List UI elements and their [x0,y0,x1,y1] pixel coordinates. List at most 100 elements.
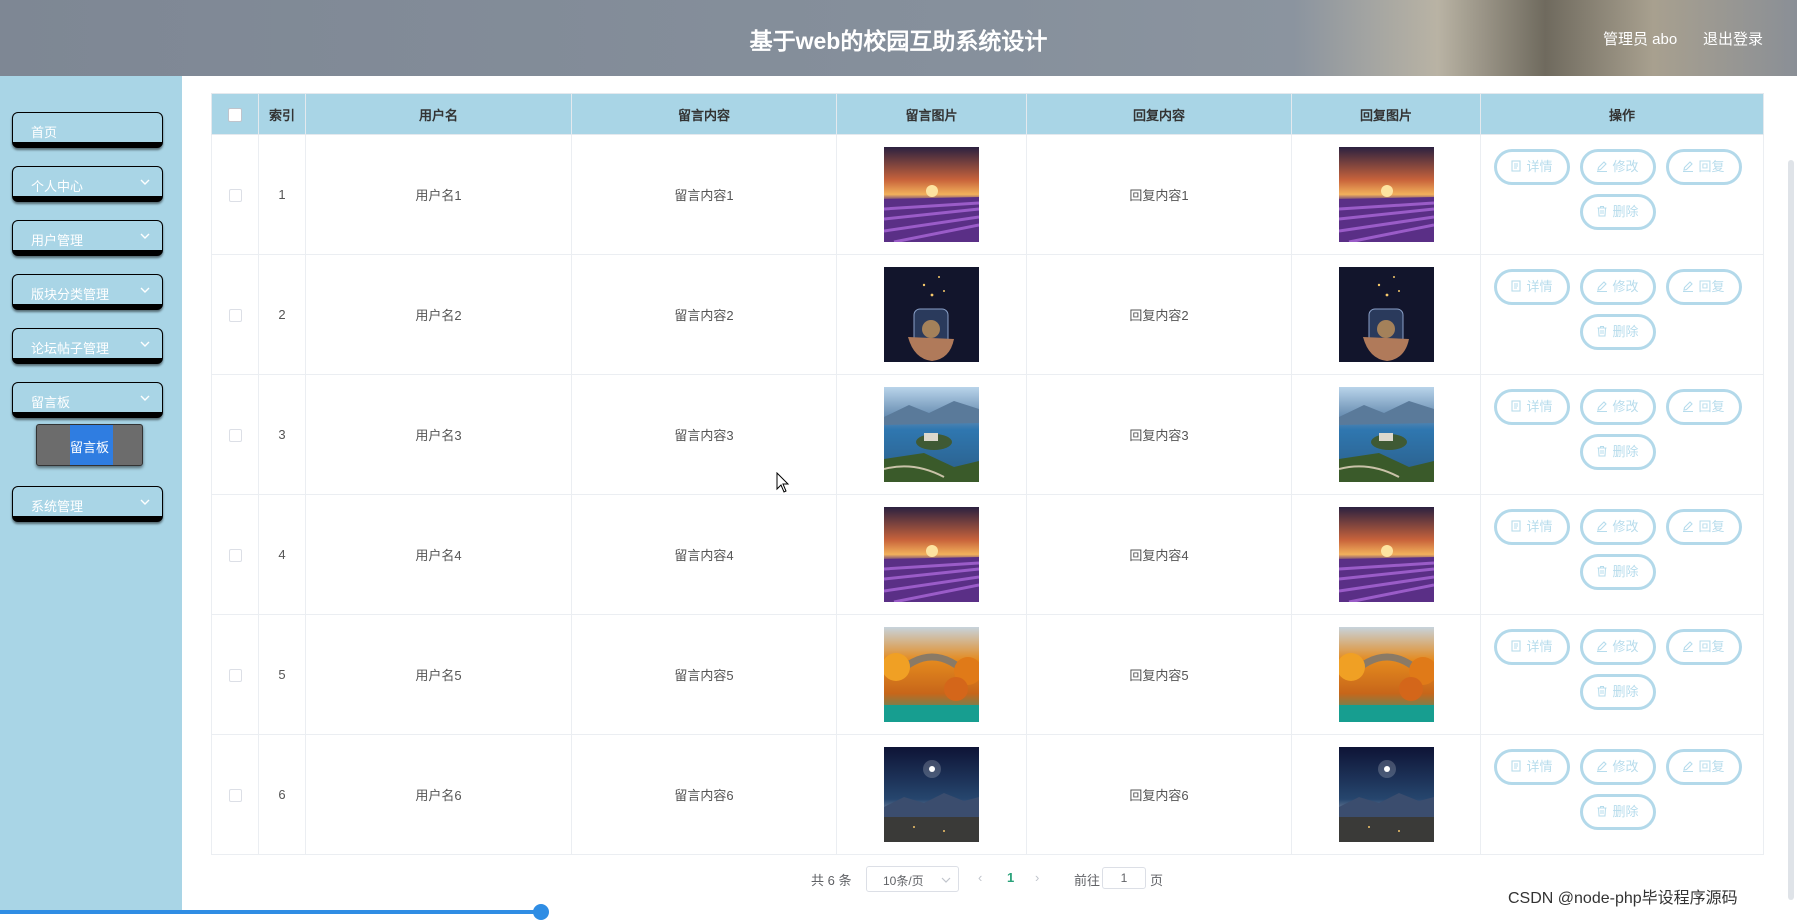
reply-image[interactable] [1338,147,1434,242]
document-icon [1511,640,1522,652]
edit-label: 修改 [1612,279,1639,294]
reply-image-cell [1291,734,1481,855]
select-all-checkbox[interactable] [228,107,242,122]
sidebar-item-user-management[interactable]: 用户管理 [12,220,163,256]
reply-button[interactable]: 回复 [1665,749,1742,785]
logout-button[interactable]: 退出登录 [1703,28,1763,49]
row-checkbox[interactable] [228,669,242,683]
document-icon [1511,520,1522,532]
delete-label: 删除 [1612,204,1639,219]
sidebar-item-label: 个人中心 [31,179,84,194]
reply-button[interactable]: 回复 [1665,149,1742,185]
reply-button[interactable]: 回复 [1665,389,1742,425]
edit-icon [1683,281,1694,292]
row-message: 留言内容4 [571,494,837,615]
sidebar-item-system-management[interactable]: 系统管理 [12,486,163,522]
sidebar-item-personal-center[interactable]: 个人中心 [12,166,163,202]
table-row: 6 用户名6 留言内容6 回复内容6 详情 修改 回复 删除 [211,734,1764,855]
row-message: 留言内容5 [571,614,837,735]
delete-button[interactable]: 删除 [1579,794,1656,830]
reply-image[interactable] [1338,627,1434,722]
goto-label: 前往 [1074,873,1101,888]
edit-icon [1597,761,1608,772]
sidebar-item-message-board[interactable]: 留言板 [12,382,163,418]
reply-image-cell [1291,374,1481,495]
row-select-cell [211,374,259,495]
row-reply: 回复内容4 [1026,494,1292,615]
reply-image[interactable] [1338,507,1434,602]
detail-button[interactable]: 详情 [1493,149,1570,185]
row-checkbox[interactable] [228,309,242,323]
message-image[interactable] [884,387,979,482]
submenu-message-board[interactable]: 留言板 [36,424,143,466]
prev-page-button[interactable]: ‹ [978,870,982,885]
delete-button[interactable]: 删除 [1579,674,1656,710]
sidebar-item-section-category[interactable]: 版块分类管理 [12,274,163,310]
edit-button[interactable]: 修改 [1579,629,1656,665]
column-header: 留言内容 [571,93,837,135]
edit-button[interactable]: 修改 [1579,269,1656,305]
chevron-down-icon [140,395,150,401]
edit-label: 修改 [1612,399,1639,414]
message-image[interactable] [884,147,979,242]
next-page-button[interactable]: › [1035,870,1039,885]
column-header: 留言图片 [836,93,1027,135]
delete-button[interactable]: 删除 [1579,554,1656,590]
column-header: 回复内容 [1026,93,1292,135]
row-reply: 回复内容1 [1026,134,1292,255]
sidebar-item-forum-posts[interactable]: 论坛帖子管理 [12,328,163,364]
row-select-cell [211,494,259,615]
edit-button[interactable]: 修改 [1579,389,1656,425]
scrollbar-handle[interactable] [533,904,549,920]
reply-image-cell [1291,494,1481,615]
page-size-select[interactable]: 10条/页 [866,866,959,892]
delete-button[interactable]: 删除 [1579,434,1656,470]
admin-label: 管理员 abo [1603,31,1678,48]
detail-button[interactable]: 详情 [1493,509,1570,545]
message-image[interactable] [884,747,979,842]
page-number[interactable]: 1 [1007,870,1014,885]
watermark: CSDN @node-php毕设程序源码 [1508,890,1738,907]
edit-icon [1597,401,1608,412]
detail-button[interactable]: 详情 [1493,269,1570,305]
horizontal-scrollbar[interactable] [0,910,545,914]
row-index: 1 [258,134,306,255]
column-header: 用户名 [305,93,572,135]
row-checkbox[interactable] [228,549,242,563]
detail-button[interactable]: 详情 [1493,389,1570,425]
table-row: 3 用户名3 留言内容3 回复内容3 详情 修改 回复 删除 [211,374,1764,495]
sidebar-item-home[interactable]: 首页 [12,112,163,148]
message-image[interactable] [884,627,979,722]
goto-page-input[interactable] [1102,867,1146,889]
reply-image[interactable] [1338,747,1434,842]
reply-button[interactable]: 回复 [1665,269,1742,305]
delete-label: 删除 [1612,324,1639,339]
row-username: 用户名2 [305,254,572,375]
detail-button[interactable]: 详情 [1493,629,1570,665]
message-image[interactable] [884,507,979,602]
table-row: 2 用户名2 留言内容2 回复内容2 详情 修改 回复 删除 [211,254,1764,375]
row-actions: 详情 修改 回复删除 [1480,254,1764,375]
row-message: 留言内容1 [571,134,837,255]
row-actions: 详情 修改 回复 删除 [1480,494,1764,615]
message-image[interactable] [884,267,979,362]
row-actions: 详情 修改 回复 删除 [1480,614,1764,735]
reply-image[interactable] [1338,267,1434,362]
detail-button[interactable]: 详情 [1493,749,1570,785]
vertical-scrollbar[interactable] [1788,160,1794,900]
reply-button[interactable]: 回复 [1665,509,1742,545]
row-checkbox[interactable] [228,429,242,443]
reply-button[interactable]: 回复 [1665,629,1742,665]
reply-image[interactable] [1338,387,1434,482]
edit-button[interactable]: 修改 [1579,149,1656,185]
row-checkbox[interactable] [228,789,242,803]
row-checkbox[interactable] [228,189,242,203]
edit-button[interactable]: 修改 [1579,509,1656,545]
detail-label: 详情 [1526,279,1553,294]
row-actions: 详情 修改 回复 删除 [1480,734,1764,855]
edit-label: 修改 [1612,759,1639,774]
delete-button[interactable]: 删除 [1579,194,1656,230]
edit-label: 修改 [1612,519,1639,534]
edit-button[interactable]: 修改 [1579,749,1656,785]
delete-button[interactable]: 删除 [1579,314,1656,350]
